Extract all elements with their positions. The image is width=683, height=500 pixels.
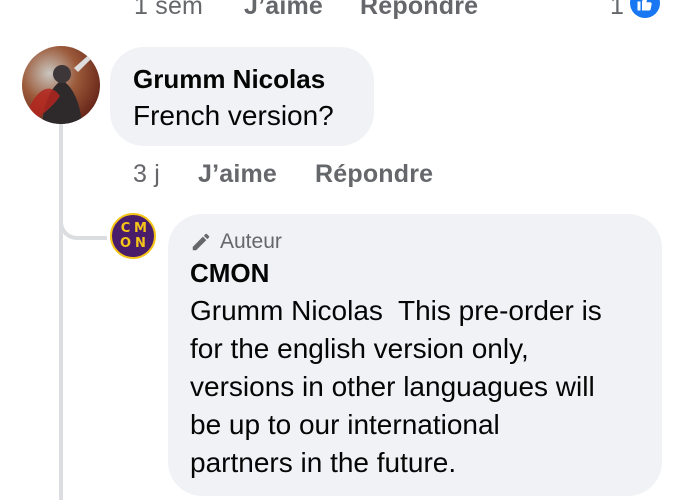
comment-text: French version? <box>133 100 334 131</box>
top-reply-button[interactable]: Répondre <box>360 0 478 21</box>
cmon-letter-m: M <box>134 220 147 236</box>
top-reaction-count: 1 <box>610 0 624 20</box>
thread-line <box>59 124 63 500</box>
reply-text-line: versions in other languagues will <box>190 371 595 402</box>
reply-text: Grumm Nicolas This pre-order is for the … <box>190 292 602 482</box>
comment-author-name[interactable]: Grumm Nicolas <box>133 64 325 95</box>
top-comment-time: 1 sem <box>134 0 204 20</box>
like-reaction-badge[interactable] <box>630 0 660 18</box>
thumbs-up-icon <box>637 0 652 11</box>
top-like-button[interactable]: J’aime <box>244 0 323 21</box>
cmon-logo-letters: C M O N <box>112 215 154 257</box>
comment-like-button[interactable]: J’aime <box>198 160 277 189</box>
thread-branch <box>59 200 107 240</box>
author-badge-label: Auteur <box>220 230 282 253</box>
reply-text-line: partners in the future. <box>190 447 457 478</box>
cmon-letter-c: C <box>120 220 131 236</box>
comment-reply-button[interactable]: Répondre <box>315 160 433 189</box>
grumm-nicolas-avatar[interactable] <box>22 46 100 124</box>
reply-text-line: be up to our international <box>190 409 500 440</box>
reply-text-line: for the english version only, <box>190 333 529 364</box>
cmon-avatar[interactable]: C M O N <box>110 213 156 259</box>
cmon-letter-o: O <box>119 235 132 251</box>
comment-bubble: Grumm Nicolas French version? <box>110 47 374 146</box>
reply-text-line: Grumm Nicolas This pre-order is <box>190 295 602 326</box>
cmon-letter-n: N <box>135 235 146 251</box>
pencil-icon <box>192 233 210 251</box>
comment-time[interactable]: 3 j <box>133 160 160 189</box>
reply-author-name[interactable]: CMON <box>190 258 269 289</box>
reply-bubble: Auteur CMON Grumm Nicolas This pre-order… <box>168 214 662 496</box>
author-badge: Auteur <box>190 230 282 254</box>
